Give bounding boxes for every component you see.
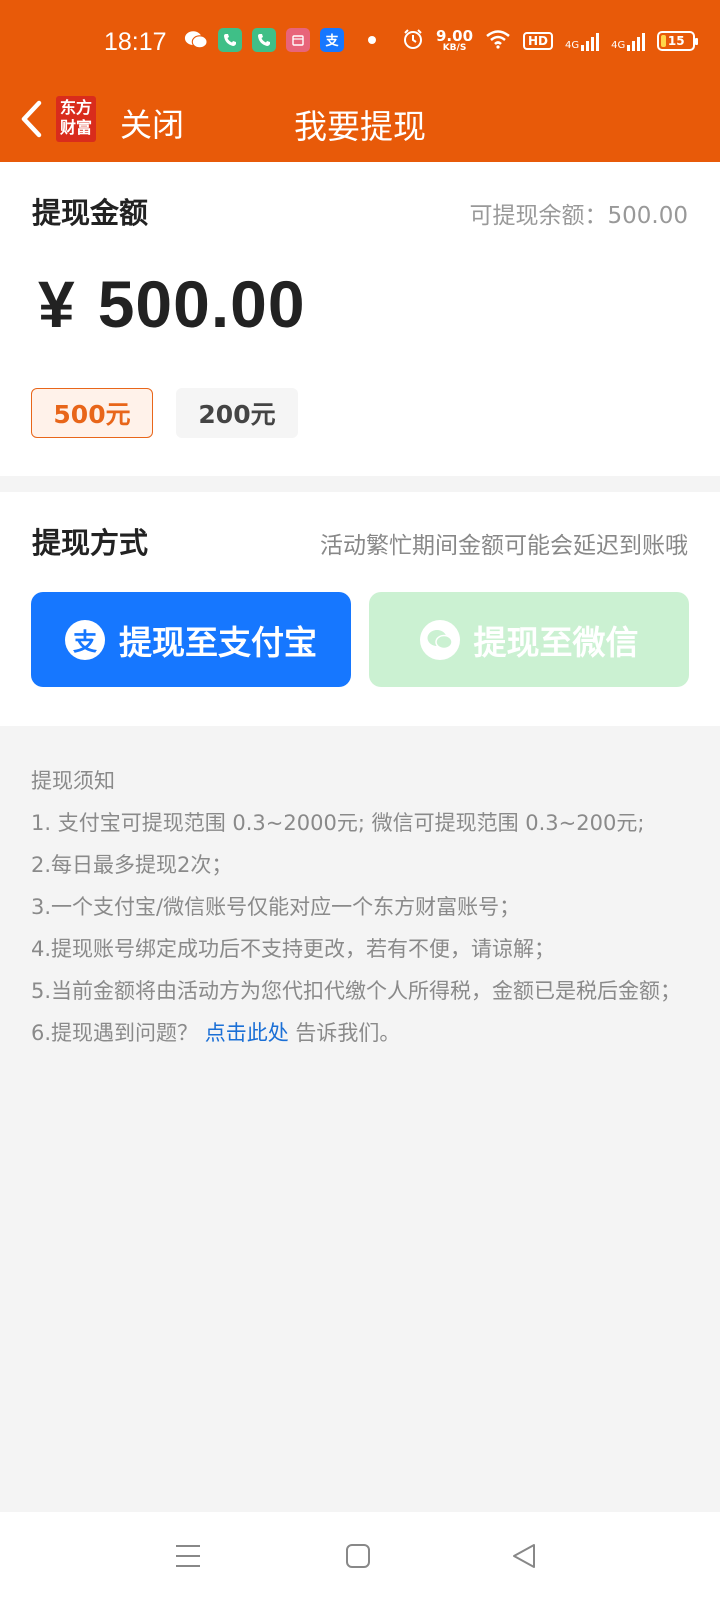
notes-item: 1. 支付宝可提现范围 0.3~2000元; 微信可提现范围 0.3~200元; <box>31 811 645 835</box>
withdraw-notes: 提现须知 1. 支付宝可提现范围 0.3~2000元; 微信可提现范围 0.3~… <box>31 760 691 1054</box>
hd-badge: HD <box>523 32 554 50</box>
amount-section: 提现金额 可提现余额：500.00 ¥500.00 500元 200元 <box>0 162 720 476</box>
alipay-icon: 支 <box>65 619 105 660</box>
menu-button[interactable] <box>172 1540 204 1572</box>
method-section: 提现方式 活动繁忙期间金额可能会延迟到账哦 支 提现至支付宝 提现至微信 <box>0 492 720 726</box>
notes-item: 6.提现遇到问题？ 点击此处 告诉我们。 <box>31 1021 401 1045</box>
system-navigation-bar <box>0 1512 720 1600</box>
method-tip: 活动繁忙期间金额可能会延迟到账哦 <box>320 533 688 559</box>
wechat-icon <box>184 28 208 52</box>
notes-title: 提现须知 <box>31 769 115 793</box>
page-title: 我要提现 <box>294 107 426 146</box>
signal-4g-2: 4G <box>611 31 646 51</box>
withdraw-wechat-button[interactable]: 提现至微信 <box>369 592 689 687</box>
close-button[interactable]: 关闭 <box>120 100 184 146</box>
back-triangle-icon <box>513 1544 535 1568</box>
amount-option-500[interactable]: 500元 <box>31 388 153 438</box>
calendar-icon <box>286 28 310 52</box>
phone-icon <box>252 28 276 52</box>
contact-us-link[interactable]: 点击此处 <box>205 1021 289 1045</box>
home-square-icon <box>346 1544 370 1568</box>
withdraw-alipay-button[interactable]: 支 提现至支付宝 <box>31 592 351 687</box>
svg-text:支: 支 <box>324 33 339 48</box>
status-right: 9.00 KB/S HD 4G 4G 15 <box>402 27 699 54</box>
phone-icon <box>218 28 242 52</box>
dot-icon <box>368 36 376 44</box>
amount-option-200[interactable]: 200元 <box>176 388 298 438</box>
home-button[interactable] <box>342 1540 374 1572</box>
notes-item: 4.提现账号绑定成功后不支持更改，若有不便，请谅解； <box>31 937 556 961</box>
alarm-icon <box>402 28 424 54</box>
net-speed: 9.00 KB/S <box>436 27 474 53</box>
available-balance: 可提现余额：500.00 <box>469 203 688 229</box>
notes-item: 3.一个支付宝/微信账号仅能对应一个东方财富账号； <box>31 895 521 919</box>
status-bar: 18:17 支 9.00 KB/S HD 4G 4G 15 <box>0 22 720 66</box>
status-time: 18:17 <box>104 28 167 56</box>
navigation-bar: 东方 财富 我要提现 关闭 <box>0 88 720 150</box>
signal-4g-1: 4G <box>565 31 600 51</box>
withdraw-amount: ¥500.00 <box>38 266 306 342</box>
withdraw-wechat-label: 提现至微信 <box>473 622 639 662</box>
currency-symbol: ¥ <box>38 267 76 341</box>
top-bar: 18:17 支 9.00 KB/S HD 4G 4G 15 东方 财富 我要提现… <box>0 0 720 162</box>
amount-section-title: 提现金额 <box>32 196 149 230</box>
back-nav-button[interactable] <box>508 1540 540 1572</box>
wifi-icon <box>485 29 511 53</box>
alipay-icon: 支 <box>320 28 344 52</box>
battery-icon: 15 <box>657 31 699 51</box>
method-section-title: 提现方式 <box>32 526 149 560</box>
withdraw-alipay-label: 提现至支付宝 <box>119 622 317 662</box>
menu-icon <box>176 1545 200 1567</box>
amount-value: 500.00 <box>97 267 306 341</box>
notes-item: 2.每日最多提现2次； <box>31 853 233 877</box>
notification-icons: 支 <box>184 28 376 52</box>
wechat-icon <box>419 619 460 660</box>
notes-item: 5.当前金额将由活动方为您代扣代缴个人所得税，金额已是税后金额； <box>31 979 682 1003</box>
